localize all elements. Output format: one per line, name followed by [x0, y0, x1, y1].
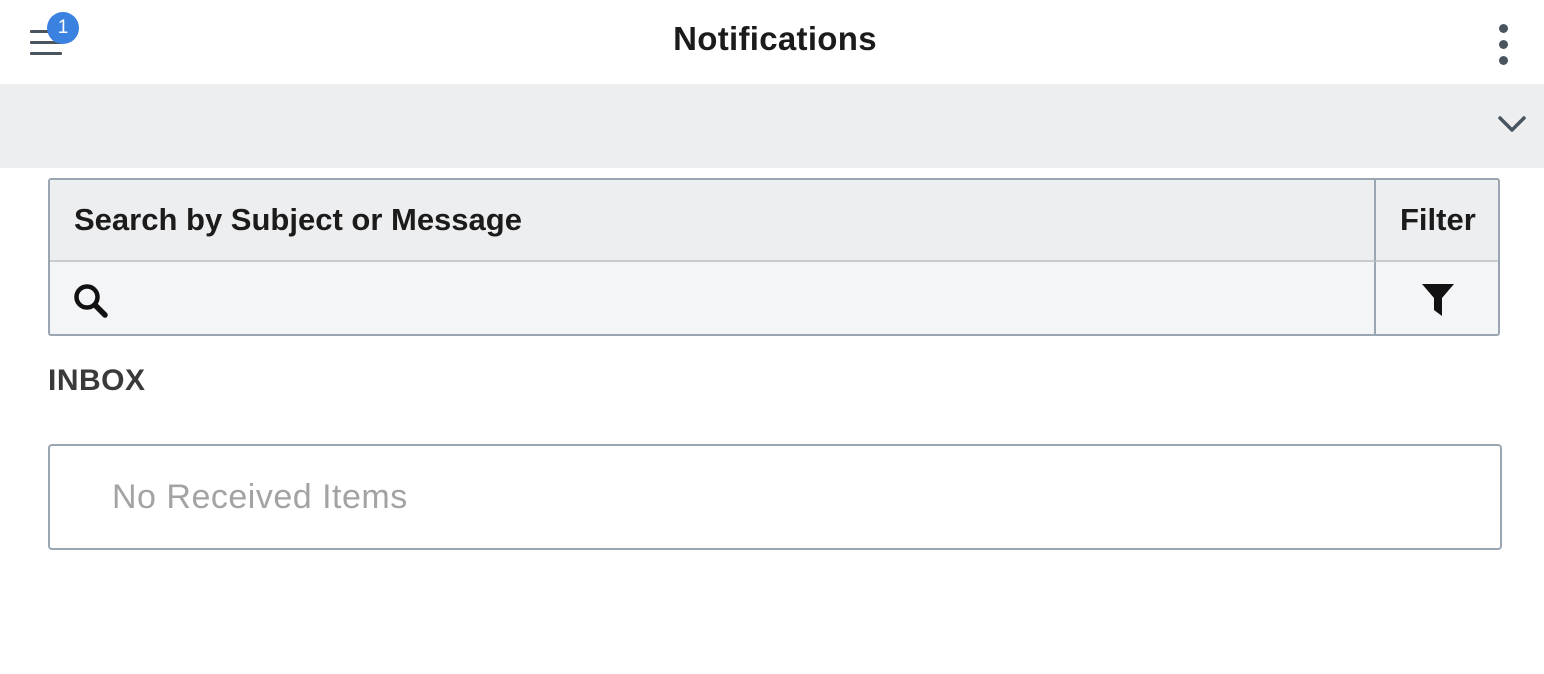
- collapse-panel-toggle[interactable]: [0, 84, 1544, 168]
- search-header: Search by Subject or Message: [50, 180, 1376, 262]
- search-icon: [74, 284, 108, 318]
- filter-button[interactable]: [1376, 262, 1498, 334]
- chevron-down-icon[interactable]: [1496, 112, 1528, 136]
- filter-header: Filter: [1376, 180, 1498, 262]
- inbox-heading: INBOX: [48, 364, 146, 397]
- app-header: 1 Notifications: [0, 0, 1544, 84]
- search-label: Search by Subject or Message: [74, 202, 522, 237]
- empty-state-message: No Received Items: [112, 478, 408, 516]
- search-field: [50, 262, 1376, 334]
- search-panel: Search by Subject or Message Filter: [48, 178, 1500, 336]
- inbox-list: No Received Items: [48, 444, 1502, 550]
- filter-icon: [1422, 284, 1454, 316]
- more-options-button[interactable]: [1488, 20, 1520, 70]
- page-title: Notifications: [673, 20, 877, 57]
- search-input[interactable]: [124, 276, 1358, 322]
- filter-label: Filter: [1400, 202, 1476, 237]
